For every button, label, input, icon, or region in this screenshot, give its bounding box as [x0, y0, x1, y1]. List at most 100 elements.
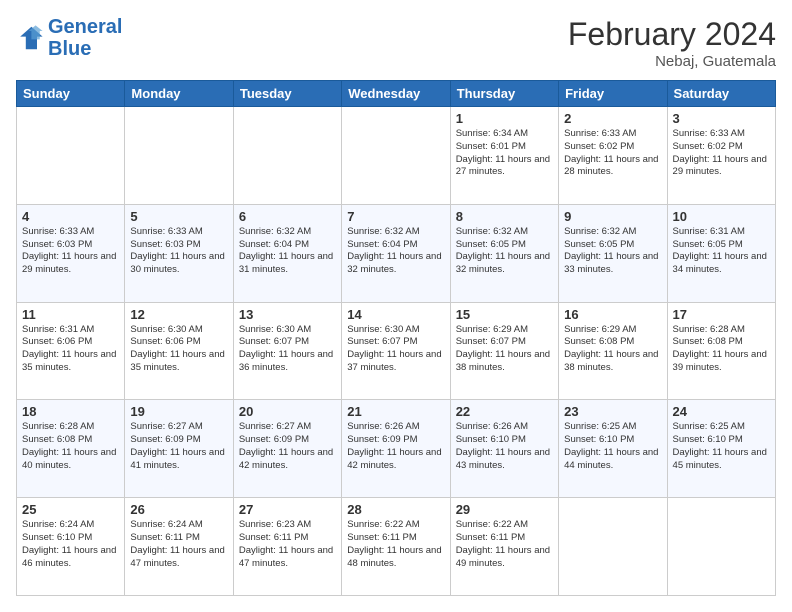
calendar-cell: 21Sunrise: 6:26 AM Sunset: 6:09 PM Dayli… — [342, 400, 450, 498]
calendar-cell: 26 Sunrise: 6:24 AM Sunset: 6:11 PM Dayli… — [125, 498, 233, 596]
calendar-cell: 29Sunrise: 6:22 AM Sunset: 6:11 PM Dayli… — [450, 498, 558, 596]
day-number: 18 — [22, 404, 119, 419]
day-number: 19 — [130, 404, 227, 419]
calendar-cell: 16 Sunrise: 6:29 AM Sunset: 6:08 PM Dayli… — [559, 302, 667, 400]
day-number: 11 — [22, 307, 119, 322]
calendar-cell — [667, 498, 775, 596]
calendar-cell: 7Sunrise: 6:32 AM Sunset: 6:04 PM Daylig… — [342, 204, 450, 302]
day-number: 26 — [130, 502, 227, 517]
header: General Blue February 2024 Nebaj, Guatem… — [16, 16, 776, 70]
day-info: Sunrise: 6:31 AM Sunset: 6:05 PM Dayligh… — [673, 226, 770, 277]
calendar-week-row: 18 Sunrise: 6:28 AM Sunset: 6:08 PM Dayli… — [17, 400, 776, 498]
day-info: Sunrise: 6:33 AM Sunset: 6:03 PM Dayligh… — [130, 226, 227, 277]
calendar-table: SundayMondayTuesdayWednesdayThursdayFrid… — [16, 80, 776, 596]
calendar-cell: 28 Sunrise: 6:22 AM Sunset: 6:11 PM Dayli… — [342, 498, 450, 596]
day-number: 20 — [239, 404, 336, 419]
day-info: Sunrise: 6:33 AM Sunset: 6:03 PM Dayligh… — [22, 226, 119, 277]
calendar-cell: 2Sunrise: 6:33 AM Sunset: 6:02 PM Daylig… — [559, 107, 667, 205]
month-title: February 2024 — [568, 16, 776, 53]
calendar-cell: 1 Sunrise: 6:34 AM Sunset: 6:01 PM Daylig… — [450, 107, 558, 205]
calendar-cell: 14Sunrise: 6:30 AM Sunset: 6:07 PM Dayli… — [342, 302, 450, 400]
day-info: Sunrise: 6:29 AM Sunset: 6:08 PM Dayligh… — [564, 324, 661, 375]
day-info: Sunrise: 6:32 AM Sunset: 6:04 PM Dayligh… — [239, 226, 336, 277]
day-info: Sunrise: 6:23 AM Sunset: 6:11 PM Dayligh… — [239, 519, 336, 570]
day-info: Sunrise: 6:24 AM Sunset: 6:11 PM Dayligh… — [130, 519, 227, 570]
day-info: Sunrise: 6:28 AM Sunset: 6:08 PM Dayligh… — [673, 324, 770, 375]
calendar-cell: 12 Sunrise: 6:30 AM Sunset: 6:06 PM Dayli… — [125, 302, 233, 400]
day-number: 13 — [239, 307, 336, 322]
day-info: Sunrise: 6:26 AM Sunset: 6:10 PM Dayligh… — [456, 421, 553, 472]
day-number: 27 — [239, 502, 336, 517]
calendar-cell — [17, 107, 125, 205]
calendar-cell: 15 Sunrise: 6:29 AM Sunset: 6:07 PM Dayli… — [450, 302, 558, 400]
day-number: 24 — [673, 404, 770, 419]
day-header-tuesday: Tuesday — [233, 81, 341, 107]
calendar-week-row: 25 Sunrise: 6:24 AM Sunset: 6:10 PM Dayli… — [17, 498, 776, 596]
day-info: Sunrise: 6:27 AM Sunset: 6:09 PM Dayligh… — [239, 421, 336, 472]
day-number: 15 — [456, 307, 553, 322]
calendar-header-row: SundayMondayTuesdayWednesdayThursdayFrid… — [17, 81, 776, 107]
location: Nebaj, Guatemala — [568, 53, 776, 70]
calendar-cell: 5Sunrise: 6:33 AM Sunset: 6:03 PM Daylig… — [125, 204, 233, 302]
title-area: February 2024 Nebaj, Guatemala — [568, 16, 776, 70]
calendar-cell: 17 Sunrise: 6:28 AM Sunset: 6:08 PM Dayli… — [667, 302, 775, 400]
day-info: Sunrise: 6:29 AM Sunset: 6:07 PM Dayligh… — [456, 324, 553, 375]
logo: General Blue — [16, 16, 122, 60]
day-number: 3 — [673, 111, 770, 126]
logo-line2: Blue — [48, 38, 91, 60]
day-info: Sunrise: 6:25 AM Sunset: 6:10 PM Dayligh… — [564, 421, 661, 472]
day-number: 4 — [22, 209, 119, 224]
calendar-cell: 11 Sunrise: 6:31 AM Sunset: 6:06 PM Dayli… — [17, 302, 125, 400]
day-number: 12 — [130, 307, 227, 322]
day-header-wednesday: Wednesday — [342, 81, 450, 107]
day-header-saturday: Saturday — [667, 81, 775, 107]
day-info: Sunrise: 6:30 AM Sunset: 6:07 PM Dayligh… — [239, 324, 336, 375]
logo-icon — [16, 24, 44, 52]
day-info: Sunrise: 6:25 AM Sunset: 6:10 PM Dayligh… — [673, 421, 770, 472]
calendar-cell: 23 Sunrise: 6:25 AM Sunset: 6:10 PM Dayli… — [559, 400, 667, 498]
day-info: Sunrise: 6:30 AM Sunset: 6:07 PM Dayligh… — [347, 324, 444, 375]
day-number: 28 — [347, 502, 444, 517]
calendar-cell: 19 Sunrise: 6:27 AM Sunset: 6:09 PM Dayli… — [125, 400, 233, 498]
day-number: 2 — [564, 111, 661, 126]
day-info: Sunrise: 6:26 AM Sunset: 6:09 PM Dayligh… — [347, 421, 444, 472]
day-number: 1 — [456, 111, 553, 126]
day-number: 8 — [456, 209, 553, 224]
day-number: 22 — [456, 404, 553, 419]
calendar-cell: 27 Sunrise: 6:23 AM Sunset: 6:11 PM Dayli… — [233, 498, 341, 596]
calendar-cell: 4 Sunrise: 6:33 AM Sunset: 6:03 PM Daylig… — [17, 204, 125, 302]
page: General Blue February 2024 Nebaj, Guatem… — [0, 0, 792, 612]
day-info: Sunrise: 6:27 AM Sunset: 6:09 PM Dayligh… — [130, 421, 227, 472]
day-info: Sunrise: 6:31 AM Sunset: 6:06 PM Dayligh… — [22, 324, 119, 375]
calendar-week-row: 4 Sunrise: 6:33 AM Sunset: 6:03 PM Daylig… — [17, 204, 776, 302]
calendar-cell — [125, 107, 233, 205]
day-header-sunday: Sunday — [17, 81, 125, 107]
day-info: Sunrise: 6:32 AM Sunset: 6:05 PM Dayligh… — [564, 226, 661, 277]
day-header-friday: Friday — [559, 81, 667, 107]
day-info: Sunrise: 6:30 AM Sunset: 6:06 PM Dayligh… — [130, 324, 227, 375]
calendar-cell: 10 Sunrise: 6:31 AM Sunset: 6:05 PM Dayli… — [667, 204, 775, 302]
calendar-cell: 6Sunrise: 6:32 AM Sunset: 6:04 PM Daylig… — [233, 204, 341, 302]
day-info: Sunrise: 6:24 AM Sunset: 6:10 PM Dayligh… — [22, 519, 119, 570]
day-number: 16 — [564, 307, 661, 322]
day-number: 10 — [673, 209, 770, 224]
day-info: Sunrise: 6:32 AM Sunset: 6:05 PM Dayligh… — [456, 226, 553, 277]
calendar-cell — [342, 107, 450, 205]
day-info: Sunrise: 6:28 AM Sunset: 6:08 PM Dayligh… — [22, 421, 119, 472]
day-number: 25 — [22, 502, 119, 517]
day-number: 23 — [564, 404, 661, 419]
day-info: Sunrise: 6:22 AM Sunset: 6:11 PM Dayligh… — [456, 519, 553, 570]
day-info: Sunrise: 6:33 AM Sunset: 6:02 PM Dayligh… — [673, 128, 770, 179]
calendar-week-row: 11 Sunrise: 6:31 AM Sunset: 6:06 PM Dayli… — [17, 302, 776, 400]
day-info: Sunrise: 6:34 AM Sunset: 6:01 PM Dayligh… — [456, 128, 553, 179]
calendar-cell: 25 Sunrise: 6:24 AM Sunset: 6:10 PM Dayli… — [17, 498, 125, 596]
day-number: 9 — [564, 209, 661, 224]
day-number: 17 — [673, 307, 770, 322]
calendar-cell: 24 Sunrise: 6:25 AM Sunset: 6:10 PM Dayli… — [667, 400, 775, 498]
calendar-cell: 9 Sunrise: 6:32 AM Sunset: 6:05 PM Daylig… — [559, 204, 667, 302]
day-info: Sunrise: 6:22 AM Sunset: 6:11 PM Dayligh… — [347, 519, 444, 570]
day-header-thursday: Thursday — [450, 81, 558, 107]
calendar-cell: 22 Sunrise: 6:26 AM Sunset: 6:10 PM Dayli… — [450, 400, 558, 498]
calendar-cell: 3 Sunrise: 6:33 AM Sunset: 6:02 PM Daylig… — [667, 107, 775, 205]
day-info: Sunrise: 6:32 AM Sunset: 6:04 PM Dayligh… — [347, 226, 444, 277]
